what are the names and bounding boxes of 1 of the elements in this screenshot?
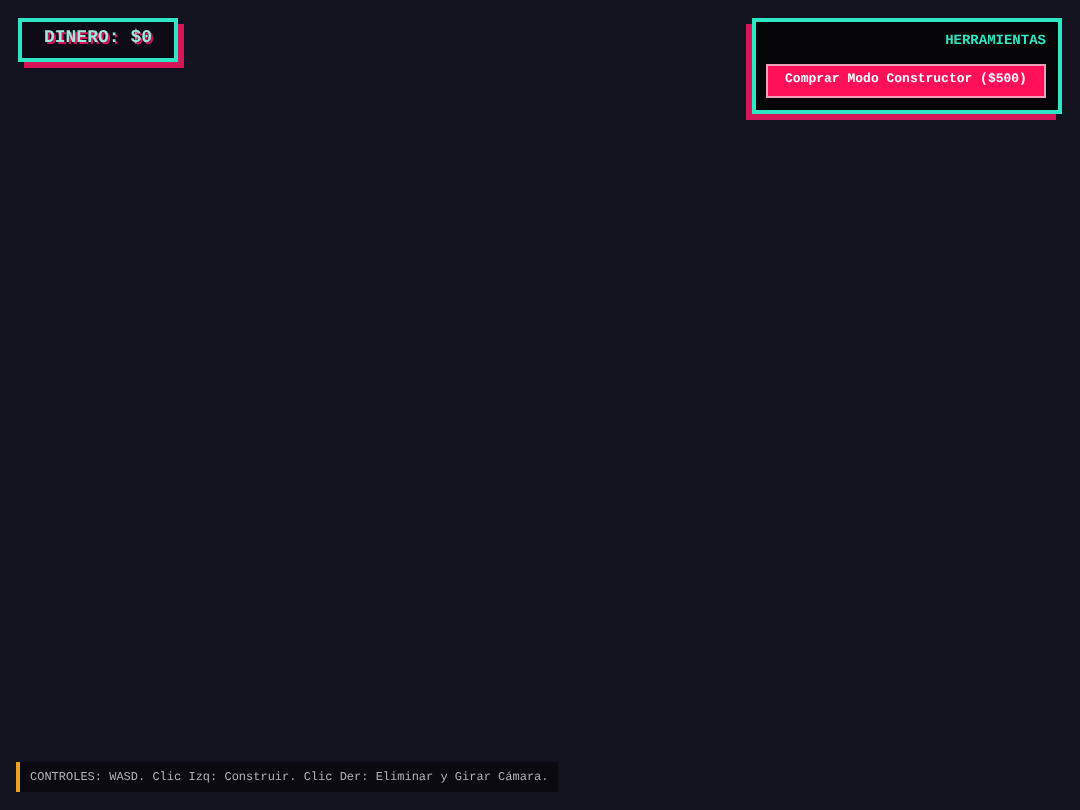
money-label: DINERO: $0 <box>43 26 152 53</box>
